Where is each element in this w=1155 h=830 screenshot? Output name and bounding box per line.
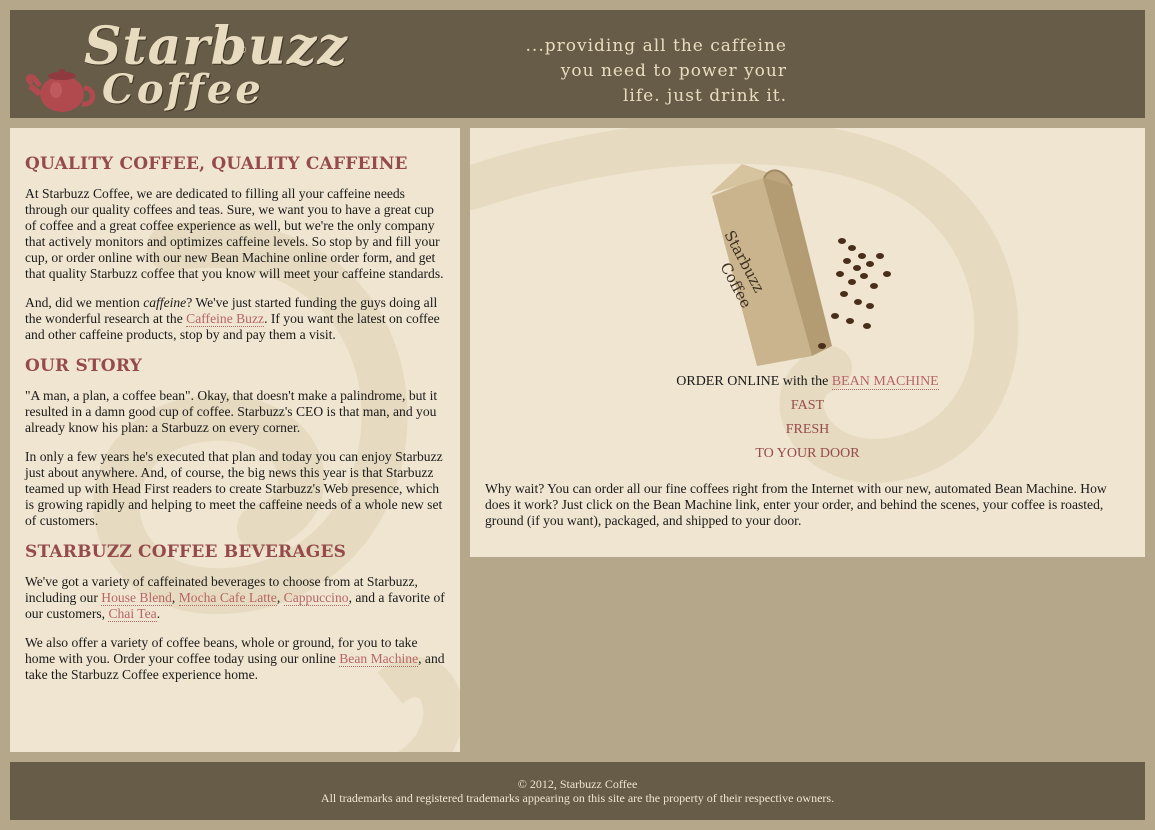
bean-machine-order-link[interactable]: BEAN MACHINE (831, 374, 939, 390)
chai-tea-link[interactable]: Chai Tea (108, 606, 157, 622)
paragraph: We also offer a variety of coffee beans,… (25, 635, 445, 682)
section-heading-quality: QUALITY COFFEE, QUALITY CAFFEINE (25, 154, 408, 174)
main-content: QUALITY COFFEE, QUALITY CAFFEINE At Star… (10, 128, 460, 752)
feature-fast: FAST (790, 398, 825, 413)
caffeine-buzz-link[interactable]: Caffeine Buzz (186, 311, 265, 327)
paragraph: We've got a variety of caffeinated bever… (25, 574, 445, 622)
slogan: ...providing all the caffeine you need t… (526, 34, 787, 109)
paragraph: And, did we mention caffeine? We've just… (25, 295, 440, 342)
paragraph: "A man, a plan, a coffee bean". Okay, th… (25, 388, 438, 435)
site-header: Starbuzz ® Coffee ...providing all the c… (10, 10, 1145, 118)
logo-word-coffee: Coffee (102, 66, 264, 113)
slogan-line: life. just drink it. (623, 86, 787, 106)
copyright-text: © 2012, Starbuzz Coffee (517, 777, 638, 791)
sidebar: Starbuzz Coffee ORDER ONLINE with the BE… (470, 128, 1145, 557)
starbuzz-logo[interactable]: Starbuzz ® Coffee (26, 16, 347, 114)
coffee-beans (818, 238, 891, 349)
paragraph: In only a few years he's executed that p… (25, 449, 443, 528)
paragraph: At Starbuzz Coffee, we are dedicated to … (25, 186, 444, 281)
section-heading-beverages: STARBUZZ COFFEE BEVERAGES (25, 542, 347, 562)
slogan-line: ...providing all the caffeine (525, 36, 787, 56)
mocha-cafe-latte-link[interactable]: Mocha Cafe Latte (178, 590, 277, 606)
cappuccino-link[interactable]: Cappuccino (283, 590, 349, 606)
order-online-block: ORDER ONLINE with the BEAN MACHINE FAST … (470, 372, 1145, 468)
site-footer: © 2012, Starbuzz Coffee All trademarks a… (10, 762, 1145, 820)
section-heading-story: OUR STORY (25, 356, 142, 376)
why-wait-paragraph: Why wait? You can order all our fine cof… (485, 481, 1107, 528)
bean-machine-link[interactable]: Bean Machine (339, 651, 419, 667)
house-blend-link[interactable]: House Blend (101, 590, 172, 606)
logo-trademark: ® (238, 46, 247, 56)
order-online-line: ORDER ONLINE with the BEAN MACHINE (676, 374, 939, 390)
trademark-notice: All trademarks and registered trademarks… (320, 791, 835, 805)
feature-to-your-door: TO YOUR DOOR (755, 446, 860, 461)
feature-fresh: FRESH (785, 422, 830, 437)
coffee-bag-image: Starbuzz Coffee (710, 164, 891, 366)
slogan-line: you need to power your (560, 61, 787, 81)
